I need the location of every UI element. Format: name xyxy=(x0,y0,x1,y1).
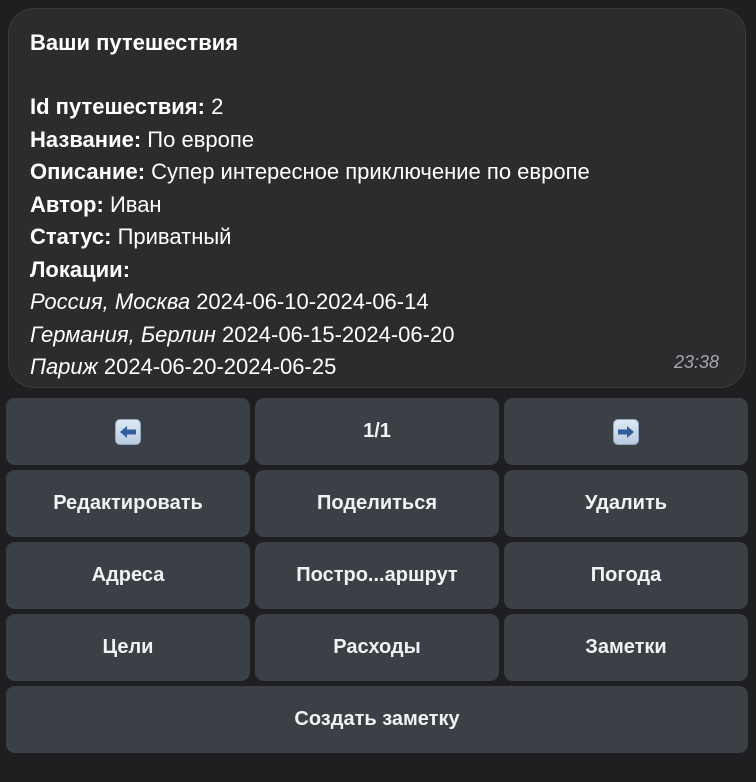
delete-button[interactable]: Удалить xyxy=(504,470,748,537)
keyboard-row: Адреса Постро...аршрут Погода xyxy=(6,542,748,609)
message-timestamp: 23:38 xyxy=(673,352,719,372)
inline-keyboard: 1/1 Редактировать Поделиться Удалить Адр… xyxy=(6,398,748,758)
trip-id-line: Id путешествия: 2 xyxy=(30,91,725,124)
location-dates: 2024-06-20-2024-06-25 xyxy=(103,354,337,379)
location-place: Россия, Москва xyxy=(30,289,191,314)
location-dates: 2024-06-15-2024-06-20 xyxy=(222,321,455,347)
keyboard-row: Редактировать Поделиться Удалить xyxy=(6,470,748,537)
location-place: Париж xyxy=(30,354,98,379)
keyboard-row: 1/1 xyxy=(6,398,748,465)
build-route-button[interactable]: Постро...аршрут xyxy=(255,542,499,609)
page-indicator-button[interactable]: 1/1 xyxy=(255,398,499,465)
description-label: Описание: xyxy=(30,159,146,184)
trip-id-label: Id путешествия: xyxy=(30,94,205,119)
author-value: Иван xyxy=(109,191,162,217)
weather-button[interactable]: Погода xyxy=(504,542,748,609)
location-dates: 2024-06-10-2024-06-14 xyxy=(196,289,429,314)
author-label: Автор: xyxy=(30,191,104,217)
status-label: Статус: xyxy=(30,224,112,249)
locations-heading: Локации: xyxy=(30,254,725,287)
name-label: Название: xyxy=(30,126,142,152)
name-value: По европе xyxy=(147,126,254,152)
location-item: Париж 2024-06-20-2024-06-25 xyxy=(30,351,725,384)
expenses-button[interactable]: Расходы xyxy=(255,614,499,681)
name-line: Название: По европе xyxy=(30,124,725,157)
share-button[interactable]: Поделиться xyxy=(255,470,499,537)
keyboard-row: Создать заметку xyxy=(6,686,748,753)
next-page-button[interactable] xyxy=(504,398,748,465)
location-place: Германия, Берлин xyxy=(30,321,216,347)
keyboard-row: Цели Расходы Заметки xyxy=(6,614,748,681)
notes-button[interactable]: Заметки xyxy=(504,614,748,681)
edit-button[interactable]: Редактировать xyxy=(6,470,250,537)
prev-page-button[interactable] xyxy=(6,398,250,465)
location-item: Германия, Берлин 2024-06-15-2024-06-20 xyxy=(30,319,725,352)
message-bubble: Ваши путешествия Id путешествия: 2 Назва… xyxy=(8,8,746,388)
message-title: Ваши путешествия xyxy=(30,30,239,55)
trip-id-value: 2 xyxy=(211,94,224,119)
status-value: Приватный xyxy=(117,224,232,249)
goals-button[interactable]: Цели xyxy=(6,614,250,681)
left-arrow-icon xyxy=(115,418,141,445)
status-line: Статус: Приватный xyxy=(30,221,725,254)
description-line: Описание: Супер интересное приключение п… xyxy=(30,156,725,189)
author-line: Автор: Иван xyxy=(30,189,725,222)
location-item: Россия, Москва 2024-06-10-2024-06-14 xyxy=(30,286,725,319)
locations-label: Локации: xyxy=(30,256,131,282)
right-arrow-icon xyxy=(613,418,639,445)
description-value: Супер интересное приключение по европе xyxy=(151,159,590,184)
addresses-button[interactable]: Адреса xyxy=(6,542,250,609)
create-note-button[interactable]: Создать заметку xyxy=(6,686,748,753)
